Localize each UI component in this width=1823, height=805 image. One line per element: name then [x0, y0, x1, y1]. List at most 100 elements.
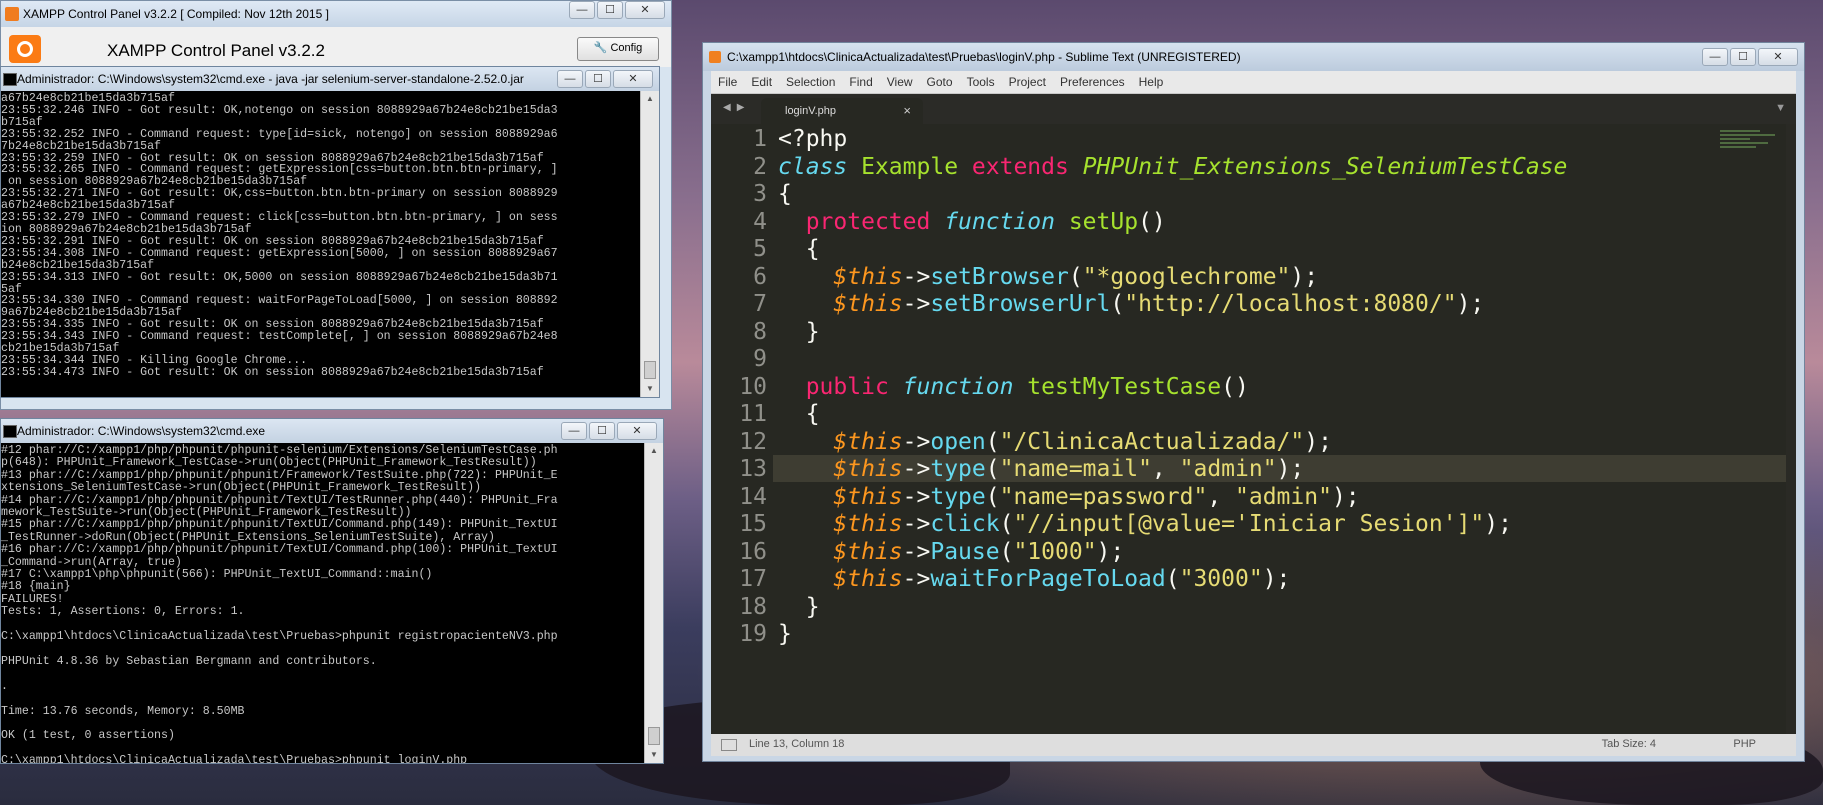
menu-item-view[interactable]: View [880, 71, 920, 93]
code-token: ); [1262, 566, 1291, 592]
code-line[interactable]: } [778, 621, 792, 647]
cmd-phpunit-scrollbar[interactable]: ▲ ▼ [644, 443, 663, 763]
code-token: function [902, 373, 1014, 400]
menu-item-help[interactable]: Help [1132, 71, 1171, 93]
code-line[interactable]: { [778, 236, 820, 262]
cmd-phpunit-output[interactable]: #12 phar://C:/xampp1/php/phpunit/phpunit… [1, 443, 645, 763]
editor-scrollbar[interactable] [1786, 124, 1796, 734]
line-number: 6 [753, 263, 767, 290]
code-token: extends [971, 153, 1069, 180]
code-line[interactable]: $this->type("name=password", "admin"); [778, 483, 1359, 510]
cmd-selenium-output[interactable]: a67b24e8cb21be15da3b715af 23:55:32.246 IN… [1, 91, 641, 397]
code-line[interactable]: { [778, 401, 820, 427]
code-line[interactable]: <?php [778, 126, 847, 152]
code-line[interactable]: $this->open("/ClinicaActualizada/"); [778, 429, 1332, 455]
scrollbar-thumb[interactable] [648, 727, 660, 745]
tab-close-icon[interactable]: × [903, 98, 911, 124]
minimize-button[interactable]: — [1702, 48, 1728, 66]
close-button[interactable]: ✕ [1758, 48, 1798, 66]
console-line: PHPUnit 4.8.36 by Sebastian Bergmann and… [1, 654, 377, 668]
code-line[interactable]: } [778, 319, 820, 345]
config-button[interactable]: 🔧 Config [577, 37, 659, 61]
code-line[interactable]: protected function setUp() [778, 209, 1166, 235]
close-button[interactable]: ✕ [617, 422, 657, 440]
minimize-button[interactable]: — [557, 70, 583, 88]
code-line[interactable]: public function testMyTestCase() [778, 374, 1249, 400]
scroll-up-icon[interactable]: ▲ [641, 91, 659, 107]
line-number: 4 [753, 208, 767, 235]
cmd-selenium-titlebar[interactable]: Administrador: C:\Windows\system32\cmd.e… [1, 67, 659, 91]
menu-item-preferences[interactable]: Preferences [1053, 71, 1132, 93]
status-tab-size[interactable]: Tab Size: 4 [1602, 738, 1656, 750]
close-button[interactable]: ✕ [625, 1, 665, 19]
scroll-up-icon[interactable]: ▲ [645, 443, 663, 459]
line-number: 1 [753, 126, 767, 152]
code-line[interactable]: $this->waitForPageToLoad("3000"); [778, 566, 1290, 592]
scrollbar-thumb[interactable] [644, 361, 656, 379]
code-line[interactable]: $this->type("name=mail", "admin"); [778, 456, 1304, 482]
menu-item-selection[interactable]: Selection [779, 71, 842, 93]
code-token: "1000" [1013, 538, 1097, 565]
code-token: waitForPageToLoad [930, 566, 1166, 592]
code-line[interactable]: $this->click("//input[@value='Iniciar Se… [778, 511, 1512, 537]
line-number: 5 [753, 236, 767, 262]
tab-dropdown-icon[interactable]: ▼ [1775, 102, 1786, 114]
maximize-button[interactable]: ☐ [1730, 48, 1756, 66]
code-token: -> [902, 483, 931, 510]
menu-item-goto[interactable]: Goto [920, 71, 960, 93]
code-token: ( [999, 511, 1014, 537]
line-number: 13 [739, 456, 767, 482]
console-line: b24e8cb21be15da3b715af [1, 258, 155, 272]
xampp-titlebar[interactable]: XAMPP Control Panel v3.2.2 [ Compiled: N… [1, 1, 671, 27]
code-line[interactable]: { [778, 181, 792, 207]
code-line[interactable]: $this->setBrowserUrl("http://localhost:8… [778, 291, 1484, 317]
minimize-button[interactable]: — [569, 1, 595, 19]
code-token: function [944, 208, 1055, 235]
console-line: 23:55:32.291 INFO - Got result: OK on se… [1, 234, 544, 248]
code-line[interactable]: class Example extends PHPUnit_Extensions… [778, 154, 1567, 180]
cmd-phpunit-titlebar[interactable]: Administrador: C:\Windows\system32\cmd.e… [1, 419, 663, 443]
code-line[interactable]: $this->setBrowser("*googlechrome"); [778, 264, 1318, 290]
config-label: Config [610, 42, 643, 54]
scroll-down-icon[interactable]: ▼ [641, 381, 659, 397]
minimize-button[interactable]: — [561, 422, 587, 440]
sublime-titlebar[interactable]: C:\xampp1\htdocs\ClinicaActualizada\test… [703, 43, 1804, 71]
code-token: type [930, 483, 986, 510]
code-token: "//input[@value='Iniciar Sesion']" [1013, 511, 1485, 537]
code-token: , [1207, 483, 1236, 510]
menu-item-find[interactable]: Find [842, 71, 879, 93]
panel-toggle-icon[interactable] [721, 739, 737, 751]
code-token: -> [902, 538, 931, 565]
maximize-button[interactable]: ☐ [585, 70, 611, 88]
maximize-button[interactable]: ☐ [589, 422, 615, 440]
code-token: -> [902, 511, 931, 537]
menu-item-edit[interactable]: Edit [744, 71, 779, 93]
cmd-selenium-scrollbar[interactable]: ▲ ▼ [640, 91, 659, 397]
tab-nav-arrows-icon[interactable]: ◀▶ [723, 102, 750, 113]
minimap[interactable] [1720, 128, 1786, 168]
console-line: #17 C:\xampp1\php\phpunit(566): PHPUnit_… [1, 568, 433, 582]
menu-item-project[interactable]: Project [1002, 71, 1053, 93]
code-editor[interactable]: 1 2 3 4 5 6 7 8 9 10 11 12 13 14 15 16 17 18 19 <?php class… [711, 124, 1796, 734]
menu-item-file[interactable]: File [711, 71, 744, 93]
code-token: protected [805, 208, 931, 235]
close-button[interactable]: ✕ [613, 70, 653, 88]
code-token: ( [1068, 263, 1083, 290]
tab-loginv[interactable]: loginV.php × [761, 98, 923, 124]
scroll-down-icon[interactable]: ▼ [645, 747, 663, 763]
maximize-button[interactable]: ☐ [597, 1, 623, 19]
code-line[interactable]: $this->Pause("1000"); [778, 539, 1124, 565]
menu-item-tools[interactable]: Tools [960, 71, 1002, 93]
code-token: ); [1290, 263, 1319, 290]
status-syntax[interactable]: PHP [1733, 738, 1756, 750]
line-number: 16 [739, 538, 767, 565]
console-line: OK (1 test, 0 assertions) [1, 729, 175, 743]
code-line[interactable]: } [778, 594, 820, 620]
